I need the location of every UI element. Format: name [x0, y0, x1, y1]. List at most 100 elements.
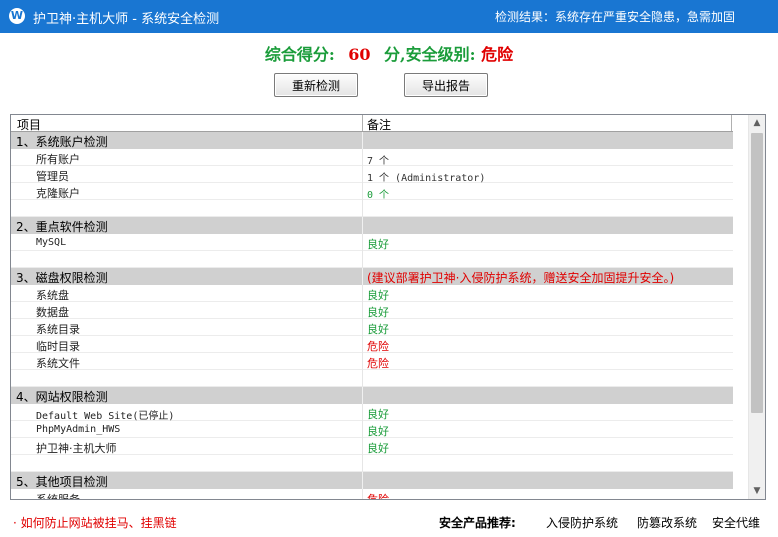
item-cell: 所有账户: [36, 153, 80, 166]
note-cell: 良好: [367, 238, 389, 251]
table-row[interactable]: 所有账户 7 个: [11, 149, 733, 167]
item-cell: PhpMyAdmin_HWS: [36, 424, 121, 435]
item-cell: 护卫神·主机大师: [36, 442, 117, 455]
item-cell: Default Web Site(已停止): [36, 411, 175, 422]
cell-divider: [362, 200, 363, 217]
item-cell: 系统目录: [36, 323, 80, 336]
app-logo-icon: W: [9, 8, 25, 24]
item-cell: 3、磁盘权限检测: [16, 271, 108, 285]
item-cell: 系统服务: [36, 493, 80, 500]
cell-divider: [362, 370, 363, 387]
cell-divider: [362, 455, 363, 472]
note-cell: 危险: [367, 493, 389, 500]
window-title: 护卫神·主机大师 - 系统安全检测: [33, 12, 220, 27]
advice-note: (建议部署护卫神·入侵防护系统，赠送安全加固提升安全。): [367, 271, 675, 285]
column-divider[interactable]: [362, 115, 363, 131]
product-link-anti-tamper[interactable]: 防篡改系统: [637, 514, 697, 531]
cell-divider: [362, 353, 363, 370]
table-row[interactable]: 系统服务 危险: [11, 489, 733, 500]
note-cell: 1 个 (Administrator): [367, 173, 486, 184]
section-header-row[interactable]: 1、系统账户检测: [11, 132, 733, 149]
blank-row[interactable]: [11, 370, 733, 387]
cell-divider: [362, 302, 363, 319]
anti-hijack-help-link[interactable]: · 如何防止网站被挂马、挂黑链: [13, 514, 177, 531]
table-row[interactable]: Default Web Site(已停止) 良好: [11, 404, 733, 422]
score-summary: 综合得分: 60 分,安全级别: 危险: [0, 41, 778, 65]
cell-divider: [362, 404, 363, 421]
rescan-button[interactable]: 重新检测: [274, 73, 358, 97]
cell-divider: [362, 285, 363, 302]
scroll-up-icon[interactable]: ▲: [749, 115, 765, 131]
blank-row[interactable]: [11, 251, 733, 268]
cell-divider: [362, 166, 363, 183]
note-cell: 良好: [367, 289, 389, 302]
item-cell: 数据盘: [36, 306, 69, 319]
cell-divider: [362, 234, 363, 251]
note-cell: 7 个: [367, 156, 390, 167]
section-header-row[interactable]: 2、重点软件检测: [11, 217, 733, 234]
section-header-row[interactable]: 4、网站权限检测: [11, 387, 733, 404]
note-cell: 0 个: [367, 190, 390, 201]
title-bar: W 护卫神·主机大师 - 系统安全检测 检测结果：系统存在严重安全隐患，急需加固: [0, 0, 778, 33]
table-row[interactable]: 管理员 1 个 (Administrator): [11, 166, 733, 184]
score-label: 综合得分:: [264, 45, 335, 64]
security-level-label: 分,安全级别:: [384, 45, 476, 64]
table-row[interactable]: 护卫神·主机大师 良好: [11, 438, 733, 455]
section-header-row[interactable]: 3、磁盘权限检测 (建议部署护卫神·入侵防护系统，赠送安全加固提升安全。): [11, 268, 733, 285]
product-link-security-maintenance[interactable]: 安全代维: [712, 514, 760, 531]
item-cell: 1、系统账户检测: [16, 135, 108, 149]
cell-divider: [362, 336, 363, 353]
column-header-note[interactable]: 备注: [367, 116, 391, 133]
note-cell: 危险: [367, 357, 389, 370]
cell-divider: [362, 132, 363, 149]
blank-row[interactable]: [11, 455, 733, 472]
table-row[interactable]: 克隆账户 0 个: [11, 183, 733, 201]
item-cell: 管理员: [36, 170, 69, 183]
item-cell: 克隆账户: [36, 187, 80, 200]
item-cell: 临时目录: [36, 340, 80, 353]
column-divider[interactable]: [731, 115, 732, 131]
table-row[interactable]: 系统盘 良好: [11, 285, 733, 302]
cell-divider: [362, 217, 363, 234]
table-row[interactable]: 系统文件 危险: [11, 353, 733, 370]
item-cell: MySQL: [36, 237, 67, 248]
vertical-scrollbar[interactable]: ▲ ▼: [748, 115, 765, 499]
table-row[interactable]: MySQL 良好: [11, 234, 733, 251]
note-cell: 良好: [367, 306, 389, 319]
table-body: 1、系统账户检测 所有账户 7 个管理员 1 个 (Administrator) 克隆账…: [11, 132, 733, 500]
scroll-down-icon[interactable]: ▼: [749, 483, 765, 499]
security-level-value: 危险: [481, 45, 514, 64]
export-report-button[interactable]: 导出报告: [404, 73, 488, 97]
note-cell: 良好: [367, 442, 389, 455]
table-row[interactable]: 数据盘 良好: [11, 302, 733, 319]
cell-divider: [362, 472, 363, 489]
footer: · 如何防止网站被挂马、挂黑链 安全产品推荐: 入侵防护系统 防篡改系统 安全代…: [0, 505, 778, 537]
cell-divider: [362, 251, 363, 268]
item-cell: 5、其他项目检测: [16, 475, 108, 489]
cell-divider: [362, 319, 363, 336]
blank-row[interactable]: [11, 200, 733, 217]
cell-divider: [362, 421, 363, 438]
table-row[interactable]: 临时目录 危险: [11, 336, 733, 353]
recommend-label: 安全产品推荐:: [439, 516, 516, 530]
product-link-intrusion-protection[interactable]: 入侵防护系统: [546, 514, 618, 531]
cell-divider: [362, 387, 363, 404]
note-cell: 良好: [367, 323, 389, 336]
scan-result-text: 检测结果：系统存在严重安全隐患，急需加固: [494, 10, 735, 24]
cell-divider: [362, 183, 363, 200]
section-header-row[interactable]: 5、其他项目检测: [11, 472, 733, 489]
item-cell: 系统文件: [36, 357, 80, 370]
cell-divider: [362, 489, 363, 499]
cell-divider: [362, 438, 363, 455]
results-table: 项目 备注 1、系统账户检测所有账户 7 个管理员 1 个 (Administrat…: [10, 114, 766, 500]
scrollbar-thumb[interactable]: [751, 133, 763, 413]
table-header: 项目 备注: [11, 115, 733, 132]
score-value: 60: [348, 45, 371, 64]
table-row[interactable]: PhpMyAdmin_HWS 良好: [11, 421, 733, 438]
cell-divider: [362, 149, 363, 166]
note-cell: 危险: [367, 340, 389, 353]
column-header-item[interactable]: 项目: [17, 116, 41, 133]
item-cell: 系统盘: [36, 289, 69, 302]
item-cell: 4、网站权限检测: [16, 390, 108, 404]
table-row[interactable]: 系统目录 良好: [11, 319, 733, 336]
